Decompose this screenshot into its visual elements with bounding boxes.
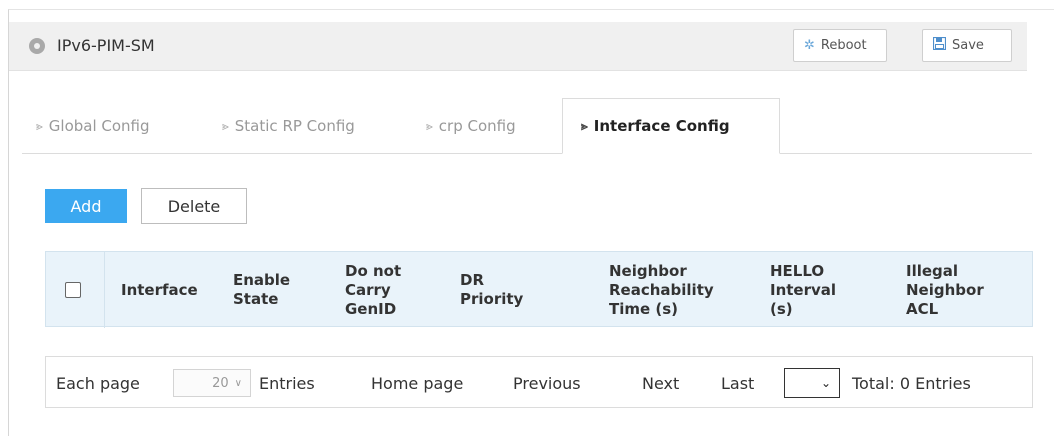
column-header-dr-priority: DR Priority <box>460 271 524 308</box>
title-bar: IPv6-PIM-SM ✲ Reboot Save <box>9 22 1027 71</box>
chevron-right-icon: ⪢ <box>222 118 229 133</box>
chevron-right-icon: ⪢ <box>36 118 43 133</box>
last-link[interactable]: Last <box>721 357 754 409</box>
add-button[interactable]: Add <box>45 189 127 223</box>
page-title: IPv6-PIM-SM <box>57 36 155 55</box>
previous-link[interactable]: Previous <box>513 357 581 409</box>
delete-button[interactable]: Delete <box>141 188 247 224</box>
entries-label: Entries <box>259 373 315 393</box>
page-number-select[interactable]: ⌄ <box>784 368 840 398</box>
each-page-label: Each page <box>56 373 140 393</box>
column-header-hello-interval: HELLO Interval (s) <box>770 261 837 318</box>
save-label: Save <box>952 38 984 53</box>
floppy-disk-icon <box>932 36 947 54</box>
pagination-bar: Each page 20 ∨ Entries Home page Previou… <box>45 356 1033 408</box>
total-entries: Total: 0 Entries <box>852 373 971 393</box>
column-header-illegal-neighbor-acl: Illegal Neighbor ACL <box>906 261 984 318</box>
chevron-right-icon: ⪢ <box>581 118 588 133</box>
chevron-right-icon: ⪢ <box>426 118 433 133</box>
home-page-link[interactable]: Home page <box>371 357 463 409</box>
tab-crp-config[interactable]: ⪢ crp Config <box>426 98 516 154</box>
column-divider <box>104 252 105 328</box>
tab-interface-config[interactable]: ⪢ Interface Config <box>562 98 780 154</box>
page-size-value: 20 <box>212 375 229 391</box>
tab-label: Static RP Config <box>234 117 355 135</box>
column-header-enable-state: Enable State <box>233 271 291 308</box>
reboot-label: Reboot <box>820 38 867 53</box>
reboot-icon: ✲ <box>804 38 815 53</box>
tab-static-rp-config[interactable]: ⪢ Static RP Config <box>222 98 355 154</box>
tab-global-config[interactable]: ⪢ Global Config <box>36 98 150 154</box>
column-header-neighbor-reachability-time: Neighbor Reachability Time (s) <box>609 261 714 318</box>
page-size-select[interactable]: 20 ∨ <box>173 369 251 397</box>
location-pin-icon <box>29 38 45 54</box>
tab-label: crp Config <box>438 117 516 135</box>
tab-label: Global Config <box>48 117 150 135</box>
column-header-do-not-carry-genid: Do not Carry GenID <box>345 261 402 318</box>
tab-bar: ⪢ Global Config ⪢ Static RP Config ⪢ crp… <box>22 98 1032 154</box>
tab-label: Interface Config <box>593 117 730 135</box>
select-all-checkbox[interactable] <box>65 282 81 298</box>
chevron-down-icon: ∨ <box>234 377 242 389</box>
chevron-down-icon: ⌄ <box>820 376 831 390</box>
reboot-button[interactable]: ✲ Reboot <box>793 29 887 62</box>
save-button[interactable]: Save <box>922 29 1012 62</box>
interface-table: Interface Enable State Do not Carry GenID D… <box>45 251 1033 328</box>
next-link[interactable]: Next <box>642 357 679 409</box>
column-header-interface: Interface <box>121 280 198 299</box>
